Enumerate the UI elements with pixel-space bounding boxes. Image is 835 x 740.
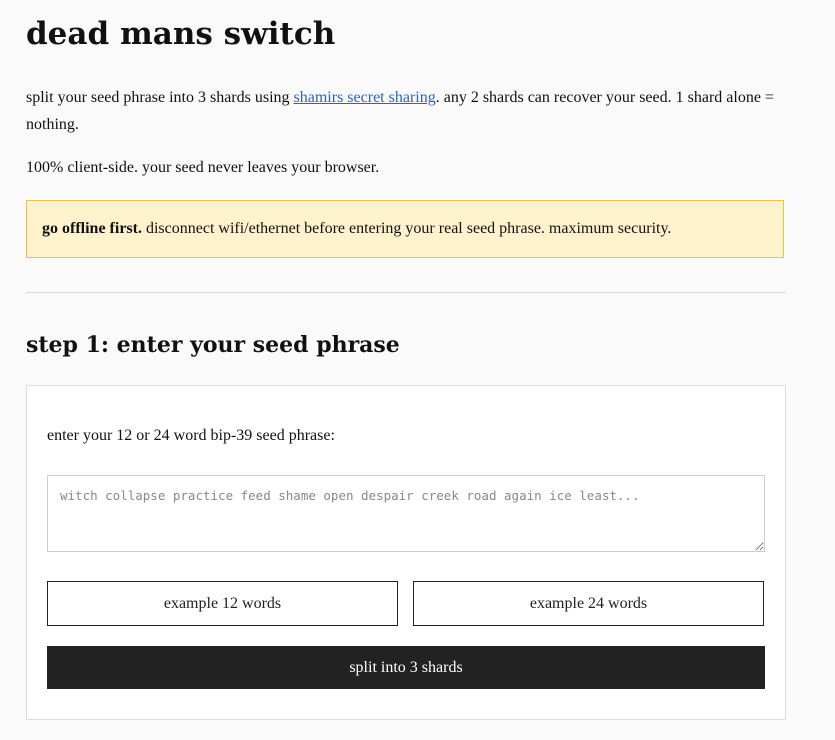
- split-button[interactable]: split into 3 shards: [47, 646, 765, 689]
- client-side-note: 100% client-side. your seed never leaves…: [26, 159, 380, 176]
- page-title: dead mans switch: [26, 16, 336, 52]
- shamir-link[interactable]: shamirs secret sharing: [294, 89, 436, 106]
- page: dead mans switch split your seed phrase …: [0, 0, 835, 740]
- warning-text: disconnect wifi/ethernet before entering…: [141, 220, 672, 237]
- example-12-button[interactable]: example 12 words: [47, 581, 398, 626]
- step1-heading: step 1: enter your seed phrase: [26, 332, 400, 358]
- divider: [26, 292, 786, 293]
- example-24-button[interactable]: example 24 words: [413, 581, 764, 626]
- seed-card: enter your 12 or 24 word bip-39 seed phr…: [26, 385, 786, 720]
- warning-bold: go offline first.: [42, 220, 142, 237]
- intro-paragraph: split your seed phrase into 3 shards usi…: [26, 84, 786, 138]
- offline-warning: go offline first. disconnect wifi/ethern…: [26, 200, 784, 258]
- seed-input[interactable]: [47, 475, 765, 552]
- intro-text-before: split your seed phrase into 3 shards usi…: [26, 89, 294, 106]
- seed-prompt: enter your 12 or 24 word bip-39 seed phr…: [47, 427, 335, 444]
